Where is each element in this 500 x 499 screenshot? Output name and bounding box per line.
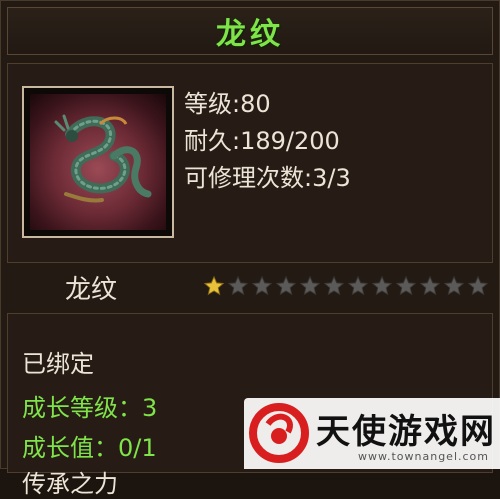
star-empty-icon [419,275,441,296]
star-empty-icon [395,275,417,296]
durability-stat: 耐久:189/200 [184,127,340,155]
item-info-box: 等级:80 耐久:189/200 可修理次数:3/3 [7,63,493,263]
watermark-text: 天使游戏网 [316,412,496,452]
star-filled-icon [203,275,225,296]
star-empty-icon [467,275,489,296]
star-rating [203,275,489,297]
partial-text-line: 传承之力 [22,470,118,498]
star-empty-icon [443,275,465,296]
star-empty-icon [227,275,249,296]
item-stats: 等级:80 耐久:189/200 可修理次数:3/3 [184,86,351,197]
growth-level: 成长等级：3 [22,394,158,422]
item-name: 龙纹 [65,275,118,305]
repair-count-stat: 可修理次数:3/3 [184,164,351,192]
star-empty-icon [371,275,393,296]
star-empty-icon [251,275,273,296]
level-stat: 等级:80 [184,90,271,118]
star-empty-icon [347,275,369,296]
watermark-url: www.townangel.com [358,450,489,463]
item-icon-frame[interactable] [22,86,174,238]
growth-value: 成长值：0/1 [22,434,157,462]
name-rating-row: 龙纹 [7,267,493,307]
star-empty-icon [299,275,321,296]
star-empty-icon [323,275,345,296]
site-logo-icon [249,403,309,463]
item-title: 龙纹 [216,17,284,52]
title-bar: 龙纹 [7,7,493,55]
star-empty-icon [275,275,297,296]
bound-status: 已绑定 [22,350,94,378]
site-watermark: 天使游戏网 www.townangel.com [244,398,500,469]
dragon-emblem-icon [30,94,166,230]
